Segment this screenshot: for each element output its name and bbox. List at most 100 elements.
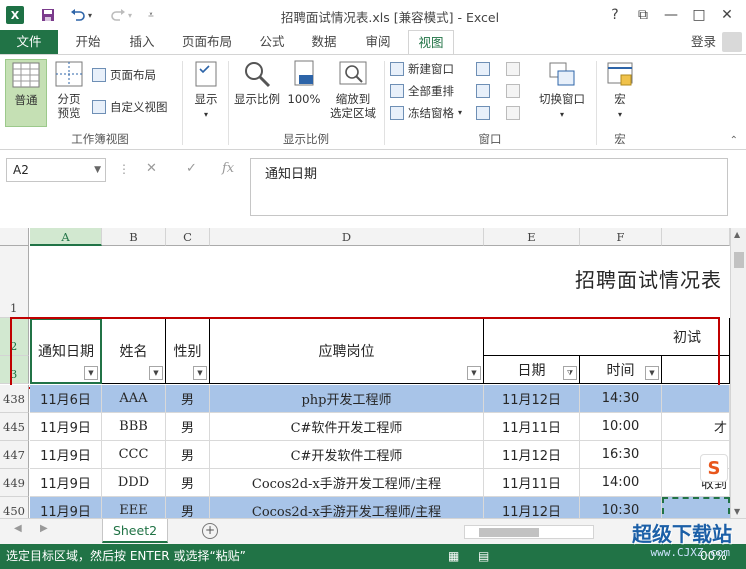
- zoom-to-selection-button[interactable]: 缩放到 选定区域: [326, 59, 380, 127]
- table-cell-time[interactable]: 16:30: [580, 441, 662, 469]
- table-cell-position[interactable]: Cocos2d-x手游开发工程师/主程: [210, 497, 484, 520]
- tab-data[interactable]: 数据: [302, 30, 346, 54]
- tab-view[interactable]: 视图: [408, 30, 454, 55]
- custom-views-button[interactable]: 自定义视图: [92, 97, 168, 117]
- avatar[interactable]: [722, 32, 742, 52]
- table-cell-extra[interactable]: [662, 385, 730, 413]
- add-sheet-icon[interactable]: +: [202, 523, 218, 539]
- table-cell-notice-date[interactable]: 11月9日: [30, 441, 102, 469]
- table-cell-extra[interactable]: 才: [662, 413, 730, 441]
- sogou-ime-icon[interactable]: S: [700, 454, 728, 482]
- table-cell-name[interactable]: BBB: [102, 413, 166, 441]
- filter-active-icon[interactable]: ⧩: [563, 366, 577, 380]
- row-header[interactable]: 449: [0, 469, 29, 497]
- column-header-a[interactable]: A: [30, 228, 102, 246]
- name-box[interactable]: A2 ▼: [6, 158, 106, 182]
- cancel-icon[interactable]: ✕: [146, 161, 157, 176]
- new-window-button[interactable]: 新建窗口: [390, 59, 454, 79]
- table-cell-time[interactable]: 10:30: [580, 497, 662, 520]
- filter-button-time[interactable]: ▼: [645, 366, 659, 380]
- tab-page-layout[interactable]: 页面布局: [174, 30, 240, 54]
- insert-function-icon[interactable]: fx: [222, 161, 234, 176]
- scroll-up-icon[interactable]: ▲: [734, 230, 740, 239]
- switch-windows-button[interactable]: 切换窗口 ▾: [534, 59, 590, 127]
- table-cell-date[interactable]: 11月11日: [484, 413, 580, 441]
- header-extra[interactable]: [662, 356, 730, 384]
- split-button[interactable]: [476, 59, 490, 79]
- table-cell-gender[interactable]: 男: [166, 441, 210, 469]
- table-cell-name[interactable]: AAA: [102, 385, 166, 413]
- filter-button-notice-date[interactable]: ▼: [84, 366, 98, 380]
- table-cell-time[interactable]: 14:30: [580, 385, 662, 413]
- reset-position-button[interactable]: [506, 103, 520, 123]
- login-link[interactable]: 登录: [691, 30, 716, 54]
- customize-qat-icon[interactable]: ⩡: [144, 5, 158, 25]
- enter-icon[interactable]: ✓: [186, 161, 197, 176]
- table-cell-name[interactable]: CCC: [102, 441, 166, 469]
- close-button[interactable]: ✕: [716, 4, 738, 26]
- table-cell-name[interactable]: EEE: [102, 497, 166, 520]
- filter-button-position[interactable]: ▼: [467, 366, 481, 380]
- horizontal-scrollbar[interactable]: [464, 525, 594, 539]
- scroll-down-icon[interactable]: ▼: [734, 507, 740, 516]
- tab-formulas[interactable]: 公式: [250, 30, 294, 54]
- column-header-e[interactable]: E: [484, 228, 580, 246]
- undo-icon[interactable]: ▾: [66, 5, 96, 25]
- header-first-interview[interactable]: 初试: [484, 318, 730, 356]
- table-cell-date[interactable]: 11月12日: [484, 441, 580, 469]
- sheet-tab-sheet2[interactable]: Sheet2: [102, 519, 168, 543]
- help-button[interactable]: ?: [604, 4, 626, 26]
- unhide-button[interactable]: [476, 103, 490, 123]
- filter-button-name[interactable]: ▼: [149, 366, 163, 380]
- zoom-100-button[interactable]: 100%: [286, 59, 322, 127]
- table-cell-position[interactable]: C#软件开发工程师: [210, 413, 484, 441]
- header-position[interactable]: 应聘岗位: [210, 318, 484, 384]
- column-header-b[interactable]: B: [102, 228, 166, 246]
- table-cell-date[interactable]: 11月12日: [484, 385, 580, 413]
- tab-file[interactable]: 文件: [0, 30, 58, 54]
- row-header[interactable]: 438: [0, 385, 29, 413]
- column-header-g[interactable]: [662, 228, 730, 246]
- table-cell-position[interactable]: Cocos2d-x手游开发工程师/主程: [210, 469, 484, 497]
- table-cell-position[interactable]: C#开发软件工程师: [210, 441, 484, 469]
- formula-input[interactable]: 通知日期: [250, 158, 728, 216]
- chevron-down-icon[interactable]: ▼: [94, 159, 101, 181]
- column-header-f[interactable]: F: [580, 228, 662, 246]
- redo-icon[interactable]: ▾: [106, 5, 136, 25]
- table-cell-gender[interactable]: 男: [166, 469, 210, 497]
- minimize-button[interactable]: —: [660, 4, 682, 26]
- table-cell-extra[interactable]: [662, 497, 730, 520]
- table-cell-notice-date[interactable]: 11月6日: [30, 385, 102, 413]
- table-cell-date[interactable]: 11月11日: [484, 469, 580, 497]
- freeze-panes-button[interactable]: 冻结窗格 ▾: [390, 103, 462, 123]
- table-cell-name[interactable]: DDD: [102, 469, 166, 497]
- show-button[interactable]: 显示 ▾: [188, 59, 224, 127]
- select-all-corner[interactable]: [0, 228, 29, 246]
- horizontal-scroll-thumb[interactable]: [479, 528, 539, 537]
- table-cell-date[interactable]: 11月12日: [484, 497, 580, 520]
- vertical-scrollbar[interactable]: ▲ ▼: [730, 228, 746, 518]
- row-header[interactable]: 450: [0, 497, 29, 520]
- table-cell-gender[interactable]: 男: [166, 385, 210, 413]
- table-cell-gender[interactable]: 男: [166, 413, 210, 441]
- row-header[interactable]: 447: [0, 441, 29, 469]
- table-cell-position[interactable]: php开发工程师: [210, 385, 484, 413]
- view-side-by-side-button[interactable]: [506, 59, 520, 79]
- normal-view-button[interactable]: 普通: [5, 59, 47, 127]
- page-layout-view-button[interactable]: 页面布局: [92, 65, 156, 85]
- normal-view-status-icon[interactable]: ▦: [448, 544, 459, 569]
- hide-button[interactable]: [476, 81, 490, 101]
- zoom-button[interactable]: 显示比例: [232, 59, 282, 127]
- tab-review[interactable]: 审阅: [356, 30, 400, 54]
- sync-scroll-button[interactable]: [506, 81, 520, 101]
- row-header-3[interactable]: 3: [0, 356, 29, 384]
- column-header-d[interactable]: D: [210, 228, 484, 246]
- vertical-scroll-thumb[interactable]: [734, 252, 744, 268]
- table-cell-time[interactable]: 10:00: [580, 413, 662, 441]
- arrange-all-button[interactable]: 全部重排: [390, 81, 454, 101]
- page-break-preview-button[interactable]: 分页 预览: [50, 59, 88, 127]
- ribbon-display-button[interactable]: ⧉: [632, 4, 654, 26]
- worksheet-grid[interactable]: A B C D E F 1 2 3 招聘面试情况表 通知日期 ▼ 姓名 ▼ 性别…: [0, 228, 730, 520]
- page-layout-status-icon[interactable]: ▤: [478, 544, 489, 569]
- table-cell-time[interactable]: 14:00: [580, 469, 662, 497]
